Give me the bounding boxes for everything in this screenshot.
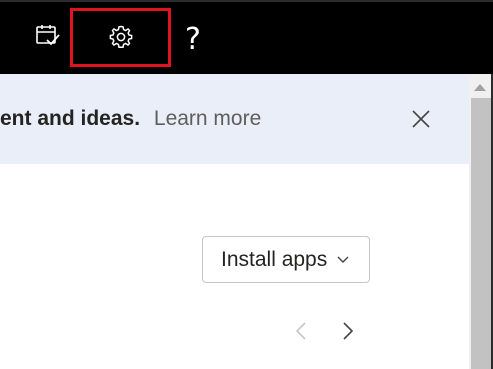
close-icon bbox=[411, 109, 431, 134]
top-bar bbox=[0, 0, 493, 74]
help-button[interactable]: ? bbox=[176, 20, 210, 58]
banner-message: ent and ideas. bbox=[0, 107, 141, 130]
chevron-right-icon bbox=[342, 321, 354, 346]
top-border bbox=[0, 0, 493, 2]
chevron-left-icon bbox=[295, 321, 307, 346]
calendar-check-icon bbox=[35, 23, 61, 54]
chevron-down-icon bbox=[337, 256, 349, 264]
next-button[interactable] bbox=[337, 320, 359, 346]
help-label: ? bbox=[185, 21, 201, 57]
install-apps-label: Install apps bbox=[221, 247, 328, 271]
banner-close-button[interactable] bbox=[404, 104, 438, 138]
calendar-check-button[interactable] bbox=[30, 20, 66, 56]
install-apps-button[interactable]: Install apps bbox=[202, 236, 370, 283]
settings-button[interactable] bbox=[100, 20, 142, 58]
gear-icon bbox=[108, 24, 134, 55]
banner-text: ent and ideas. Learn more bbox=[0, 107, 261, 131]
previous-button[interactable] bbox=[290, 320, 312, 346]
scrollbar-thumb[interactable] bbox=[471, 98, 491, 369]
learn-more-link[interactable]: Learn more bbox=[154, 107, 261, 130]
scroll-up-arrow-icon[interactable] bbox=[474, 84, 486, 91]
